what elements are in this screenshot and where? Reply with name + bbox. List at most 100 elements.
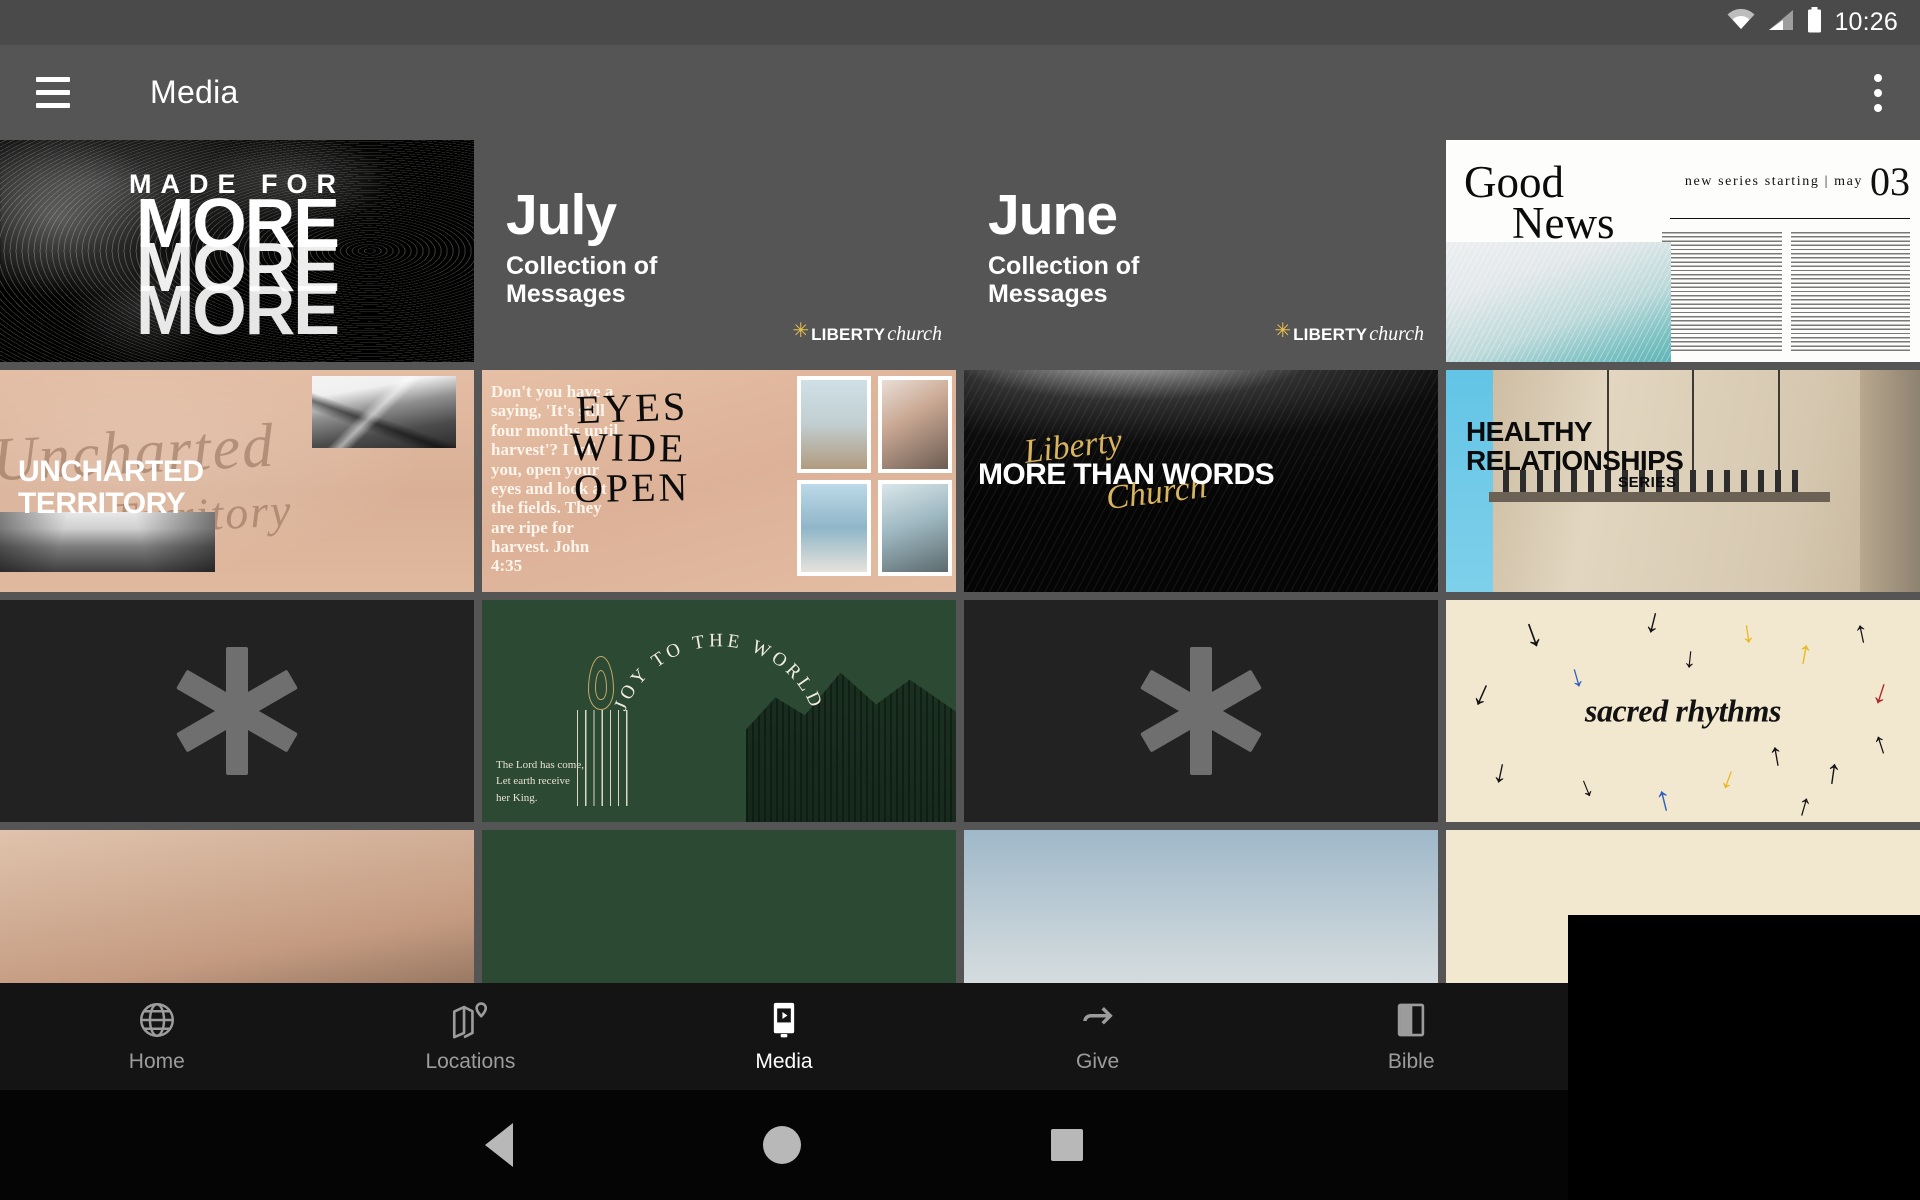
tile-title-line2: TERRITORY <box>18 486 186 520</box>
arrow-glyph-3: ↑ <box>1793 632 1816 671</box>
body-line-1: The Lord has come, <box>496 758 584 771</box>
tile-date-number: 03 <box>1870 159 1910 204</box>
media-tile-june[interactable]: June Collection of Messages ✳ LIBERTY ch… <box>964 140 1438 362</box>
body-line-3: her King. <box>496 791 538 804</box>
media-tile-placeholder-2[interactable] <box>964 600 1438 822</box>
tile-meta: new series starting | may 03 <box>1685 159 1910 204</box>
tile-title: UNCHARTED TERRITORY <box>18 456 204 520</box>
building-right-edge <box>1860 370 1920 592</box>
nav-item-home[interactable]: Home <box>0 999 314 1074</box>
arrow-glyph-9: ↑ <box>1765 734 1788 773</box>
book-icon <box>1390 999 1432 1041</box>
asterisk-placeholder-icon <box>1136 646 1266 776</box>
android-system-nav <box>0 1090 1568 1200</box>
arrow-glyph-0: ↓ <box>1514 609 1549 658</box>
tile-title: Good News <box>1464 157 1615 249</box>
nav-label-locations: Locations <box>425 1050 516 1073</box>
svg-text:JOY TO THE WORLD: JOY TO THE WORLD <box>614 630 824 713</box>
nav-label-home: Home <box>128 1050 185 1073</box>
arrow-glyph-11: ↑ <box>1867 725 1893 762</box>
nav-item-bible[interactable]: Bible <box>1254 999 1568 1074</box>
wifi-icon <box>1726 8 1756 37</box>
status-bar: 10:26 <box>0 0 1920 45</box>
arrow-glyph-16: ↑ <box>1792 787 1817 822</box>
media-tile-more-than-words[interactable]: Liberty Church MORE THAN WORDS <box>964 370 1438 592</box>
arrow-glyph-1: ↓ <box>1640 600 1667 642</box>
page-title: Media <box>150 74 239 110</box>
tile-subtitle: Collection of Messages <box>988 252 1140 308</box>
back-triangle-button[interactable] <box>485 1123 513 1167</box>
aerial-ocean-photo <box>1446 242 1671 362</box>
arrow-glyph-4: ↑ <box>1850 614 1872 650</box>
tile-subtitle: Collection of Messages <box>506 252 658 308</box>
mountain-photo <box>312 376 456 448</box>
tile-body-text: The Lord has come, Let earth receive her… <box>496 757 584 807</box>
media-tile-eyes-wide-open[interactable]: Don't you have a saying, 'It's still fou… <box>482 370 956 592</box>
nav-label-give: Give <box>1075 1050 1120 1073</box>
media-tile-joy-to-the-world[interactable]: JOY TO THE WORLD The Lord has come, Let … <box>482 600 956 822</box>
tile-title: HEALTHY RELATIONSHIPS <box>1466 416 1684 476</box>
media-tile-placeholder-1[interactable] <box>0 600 474 822</box>
nav-label-bible: Bible <box>1387 1050 1435 1073</box>
media-tile-july[interactable]: July Collection of Messages ✳ LIBERTY ch… <box>482 140 956 362</box>
arc-title: JOY TO THE WORLD <box>614 630 824 713</box>
nav-item-media[interactable]: Media <box>627 999 941 1074</box>
media-tile-partial-2[interactable] <box>482 830 956 985</box>
logo-secondary: church <box>1369 323 1424 345</box>
arc-title-text: JOY TO THE WORLD <box>614 630 824 713</box>
recents-square-button[interactable] <box>1051 1129 1083 1161</box>
liberty-church-logo: ✳ LIBERTY church <box>1274 319 1424 346</box>
text-columns-graphic <box>1662 232 1910 354</box>
divider <box>1670 218 1910 219</box>
logo-primary: LIBERTY <box>811 324 886 344</box>
media-tile-made-for-more[interactable]: MADE FOR MORE MORE MORE <box>0 140 474 362</box>
nav-item-give[interactable]: Give <box>941 999 1255 1074</box>
star-icon: ✳ <box>1274 319 1292 342</box>
arrow-glyph-7: ↓ <box>1681 641 1699 675</box>
tile-title-line2: News <box>1512 198 1615 249</box>
logo-secondary: church <box>887 323 942 345</box>
arrow-glyph-2: ↓ <box>1737 614 1758 650</box>
media-tile-healthy-relationships[interactable]: HEALTHY RELATIONSHIPS SERIES <box>1446 370 1920 592</box>
arrow-glyph-10: ↑ <box>1822 752 1845 793</box>
map-pin-icon <box>449 999 491 1041</box>
bottom-navigation: Home Locations Media Give Bible <box>0 983 1568 1090</box>
media-tile-sacred-rhythms[interactable]: ↓ ↓ ↓ ↑ ↑ ↓ ↓ ↓ ↓ ↑ ↑ ↑ ↓ ↑ ↓ ↓ ↑ sacred rhythms <box>1446 600 1920 822</box>
logo-primary: LIBERTY <box>1293 324 1368 344</box>
tile-title: sacred rhythms <box>1584 692 1782 729</box>
media-tile-uncharted-territory[interactable]: Uncharted Territory UNCHARTED TERRITORY <box>0 370 474 592</box>
media-tile-partial-1[interactable] <box>0 830 474 985</box>
tile-title-line2: RELATIONSHIPS <box>1466 444 1684 476</box>
status-time: 10:26 <box>1834 8 1898 36</box>
tile-title: EYES WIDE OPEN <box>570 383 706 511</box>
arrow-glyph-13: ↑ <box>1650 778 1676 820</box>
scaffold-platform <box>1488 492 1830 502</box>
arrow-glyph-6: ↓ <box>1564 658 1589 695</box>
arrow-glyph-14: ↓ <box>1489 752 1513 791</box>
battery-icon <box>1806 7 1823 38</box>
photo-collage <box>797 376 952 576</box>
app-bar: Media <box>0 45 1920 140</box>
media-grid: MADE FOR MORE MORE MORE July Collection … <box>0 140 1920 985</box>
arrow-glyph-5: ↓ <box>1467 670 1501 716</box>
media-tile-good-news[interactable]: Good News new series starting | may 03 <box>1446 140 1920 362</box>
more-vertical-icon[interactable] <box>1874 73 1882 112</box>
asterisk-placeholder-icon <box>172 646 302 776</box>
media-tile-partial-3[interactable] <box>964 830 1438 985</box>
nav-label-media: Media <box>755 1050 813 1073</box>
liberty-church-logo: ✳ LIBERTY church <box>792 321 942 346</box>
hamburger-menu-icon[interactable] <box>36 65 92 121</box>
nav-item-locations[interactable]: Locations <box>314 999 628 1074</box>
tile-word-3: MORE <box>136 271 340 350</box>
cellular-signal-icon <box>1767 8 1795 37</box>
home-circle-button[interactable] <box>763 1126 801 1164</box>
tile-title-line1: HEALTHY <box>1466 416 1593 447</box>
tile-month: June <box>988 183 1118 247</box>
tile-title: MORE THAN WORDS <box>978 458 1275 491</box>
tile-title-line2: WIDE <box>569 423 687 471</box>
arrow-glyph-15: ↓ <box>1573 769 1598 804</box>
panorama-photo <box>0 512 215 572</box>
body-line-2: Let earth receive <box>496 775 570 787</box>
giving-hand-icon <box>1077 999 1119 1041</box>
tile-title-line1: Good <box>1464 157 1564 207</box>
